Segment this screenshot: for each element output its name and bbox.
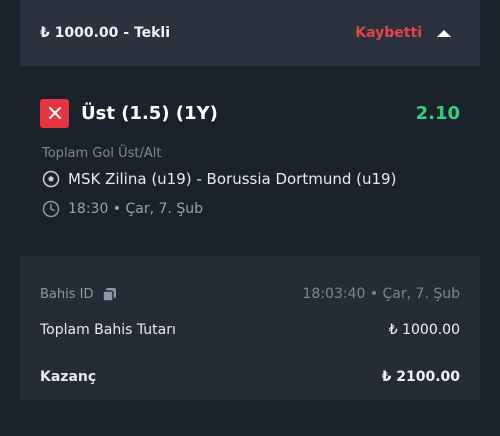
header-right: Kaybetti <box>355 25 452 41</box>
bet-selection-left: Üst (1.5) (1Y) <box>40 98 218 128</box>
bet-placed-time: 18:03:40 • Çar, 7. Şub <box>302 286 461 302</box>
bet-id-row: Bahis ID 18:03:40 • Çar, 7. Şub <box>40 286 460 302</box>
winnings-value: ₺ 2100.00 <box>381 369 460 385</box>
bet-selection: Üst (1.5) (1Y) 2.10 <box>40 98 460 128</box>
total-stake-row: Toplam Bahis Tutarı ₺ 1000.00 <box>40 322 460 338</box>
match-info: MSK Zilina (u19) - Borussia Dortmund (u1… <box>42 170 396 188</box>
bet-id-label-group: Bahis ID <box>40 287 117 302</box>
winnings-label: Kazanç <box>40 369 97 385</box>
market-name: Toplam Gol Üst/Alt <box>42 146 162 161</box>
match-time: 18:30 • Çar, 7. Şub <box>42 200 203 218</box>
match-name: MSK Zilina (u19) - Borussia Dortmund (u1… <box>68 170 397 188</box>
match-time-text: 18:30 • Çar, 7. Şub <box>68 201 203 217</box>
bet-selection-row: Üst (1.5) (1Y) 2.10 <box>40 98 460 128</box>
copy-icon[interactable] <box>101 287 117 302</box>
chevron-up-icon[interactable] <box>436 28 452 38</box>
close-icon <box>48 107 61 119</box>
total-stake-label: Toplam Bahis Tutarı <box>40 322 176 338</box>
bet-slip-header[interactable]: ₺ 1000.00 - Tekli Kaybetti <box>20 0 480 66</box>
clock-icon <box>42 200 60 218</box>
bet-id-label: Bahis ID <box>40 286 94 302</box>
winnings-row: Kazanç ₺ 2100.00 <box>40 369 460 385</box>
lost-status-badge <box>40 98 69 128</box>
status-badge: Kaybetti <box>355 25 422 41</box>
bet-slip-title: ₺ 1000.00 - Tekli <box>40 25 171 41</box>
soccer-ball-icon <box>42 170 60 188</box>
selection-odds: 2.10 <box>415 102 460 124</box>
bet-summary: Bahis ID 18:03:40 • Çar, 7. Şub Toplam B… <box>20 256 480 400</box>
selection-name: Üst (1.5) (1Y) <box>81 102 218 124</box>
total-stake-value: ₺ 1000.00 <box>388 322 460 338</box>
